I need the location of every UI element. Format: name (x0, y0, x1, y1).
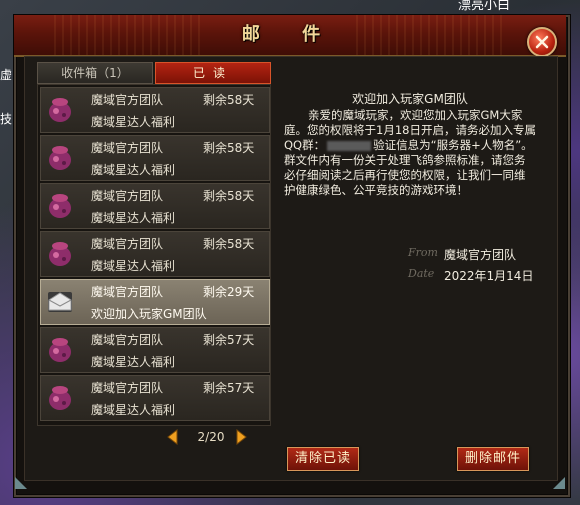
pouch-icon (49, 98, 71, 122)
mail-sender: 魔域官方团队 (91, 381, 164, 395)
mail-row[interactable]: 魔域官方团队 剩余58天 魔域星达人福利 (40, 135, 270, 181)
pouch-icon (49, 194, 71, 218)
mail-sender: 魔域官方团队 (91, 93, 164, 107)
background-text: 虚 (0, 68, 13, 82)
tab-inbox[interactable]: 收件箱（1） (37, 62, 153, 84)
mail-list: 魔域官方团队 剩余58天 魔域星达人福利 魔域官方团队 剩余58天 魔域星达人福… (37, 84, 271, 426)
from-value: 魔域官方团队 (444, 248, 517, 262)
mail-row-selected[interactable]: 魔域官方团队 剩余29天 欢迎加入玩家GM团队 (40, 279, 270, 325)
tab-read[interactable]: 已读 (155, 62, 271, 84)
pouch-icon (49, 146, 71, 170)
pouch-icon (49, 386, 71, 410)
page-indicator: 2/20 (197, 430, 225, 444)
mail-row[interactable]: 魔域官方团队 剩余58天 魔域星达人福利 (40, 183, 270, 229)
mail-subject: 魔域星达人福利 (91, 355, 176, 369)
mail-title: 欢迎加入玩家GM团队 (352, 92, 468, 106)
background-player-name: 漂亮小白 (458, 0, 511, 13)
mail-row[interactable]: 魔域官方团队 剩余57天 魔域星达人福利 (40, 327, 270, 373)
mail-sender: 魔域官方团队 (91, 333, 164, 347)
from-label: From (408, 246, 438, 259)
mail-body: 亲爱的魔域玩家，欢迎您加入玩家GM大家庭。您的权限将于1月18日开启，请务必加入… (284, 108, 536, 198)
delete-mail-button[interactable]: 删除邮件 (457, 447, 529, 471)
mail-subject: 魔域星达人福利 (91, 163, 176, 177)
mail-subject: 魔域星达人福利 (91, 259, 176, 273)
mail-sender: 魔域官方团队 (91, 237, 164, 251)
clear-read-button[interactable]: 清除已读 (287, 447, 359, 471)
redacted-qq-number (327, 140, 372, 151)
pouch-icon (49, 242, 71, 266)
mail-remaining-days: 剩余58天 (203, 141, 255, 155)
window-title: 邮 件 (241, 24, 339, 45)
mail-sender: 魔域官方团队 (91, 141, 164, 155)
arrow-left-icon[interactable] (165, 429, 181, 445)
envelope-icon (48, 292, 72, 312)
mail-subject: 魔域星达人福利 (91, 115, 176, 129)
mail-row[interactable]: 魔域官方团队 剩余58天 魔域星达人福利 (40, 87, 270, 133)
mail-row[interactable]: 魔域官方团队 剩余57天 魔域星达人福利 (40, 375, 270, 421)
pagination: 2/20 (37, 426, 269, 450)
close-button[interactable] (527, 27, 557, 57)
mail-remaining-days: 剩余58天 (203, 237, 255, 251)
mail-remaining-days: 剩余57天 (203, 381, 255, 395)
close-icon (535, 35, 549, 49)
mail-sender: 魔域官方团队 (91, 285, 164, 299)
corner-ornament-icon (553, 477, 565, 489)
corner-ornament-icon (15, 477, 27, 489)
mail-remaining-days: 剩余58天 (203, 189, 255, 203)
mail-subject: 魔域星达人福利 (91, 211, 176, 225)
mail-subject: 魔域星达人福利 (91, 403, 176, 417)
mail-remaining-days: 剩余58天 (203, 93, 255, 107)
mail-sender: 魔域官方团队 (91, 189, 164, 203)
date-label: Date (408, 267, 435, 280)
arrow-right-icon[interactable] (233, 429, 249, 445)
background-text: 技 (0, 112, 13, 126)
mail-remaining-days: 剩余57天 (203, 333, 255, 347)
mail-row[interactable]: 魔域官方团队 剩余58天 魔域星达人福利 (40, 231, 270, 277)
pouch-icon (49, 338, 71, 362)
mail-subject: 欢迎加入玩家GM团队 (91, 307, 207, 321)
date-value: 2022年1月14日 (444, 269, 534, 283)
mail-remaining-days: 剩余29天 (203, 285, 255, 299)
